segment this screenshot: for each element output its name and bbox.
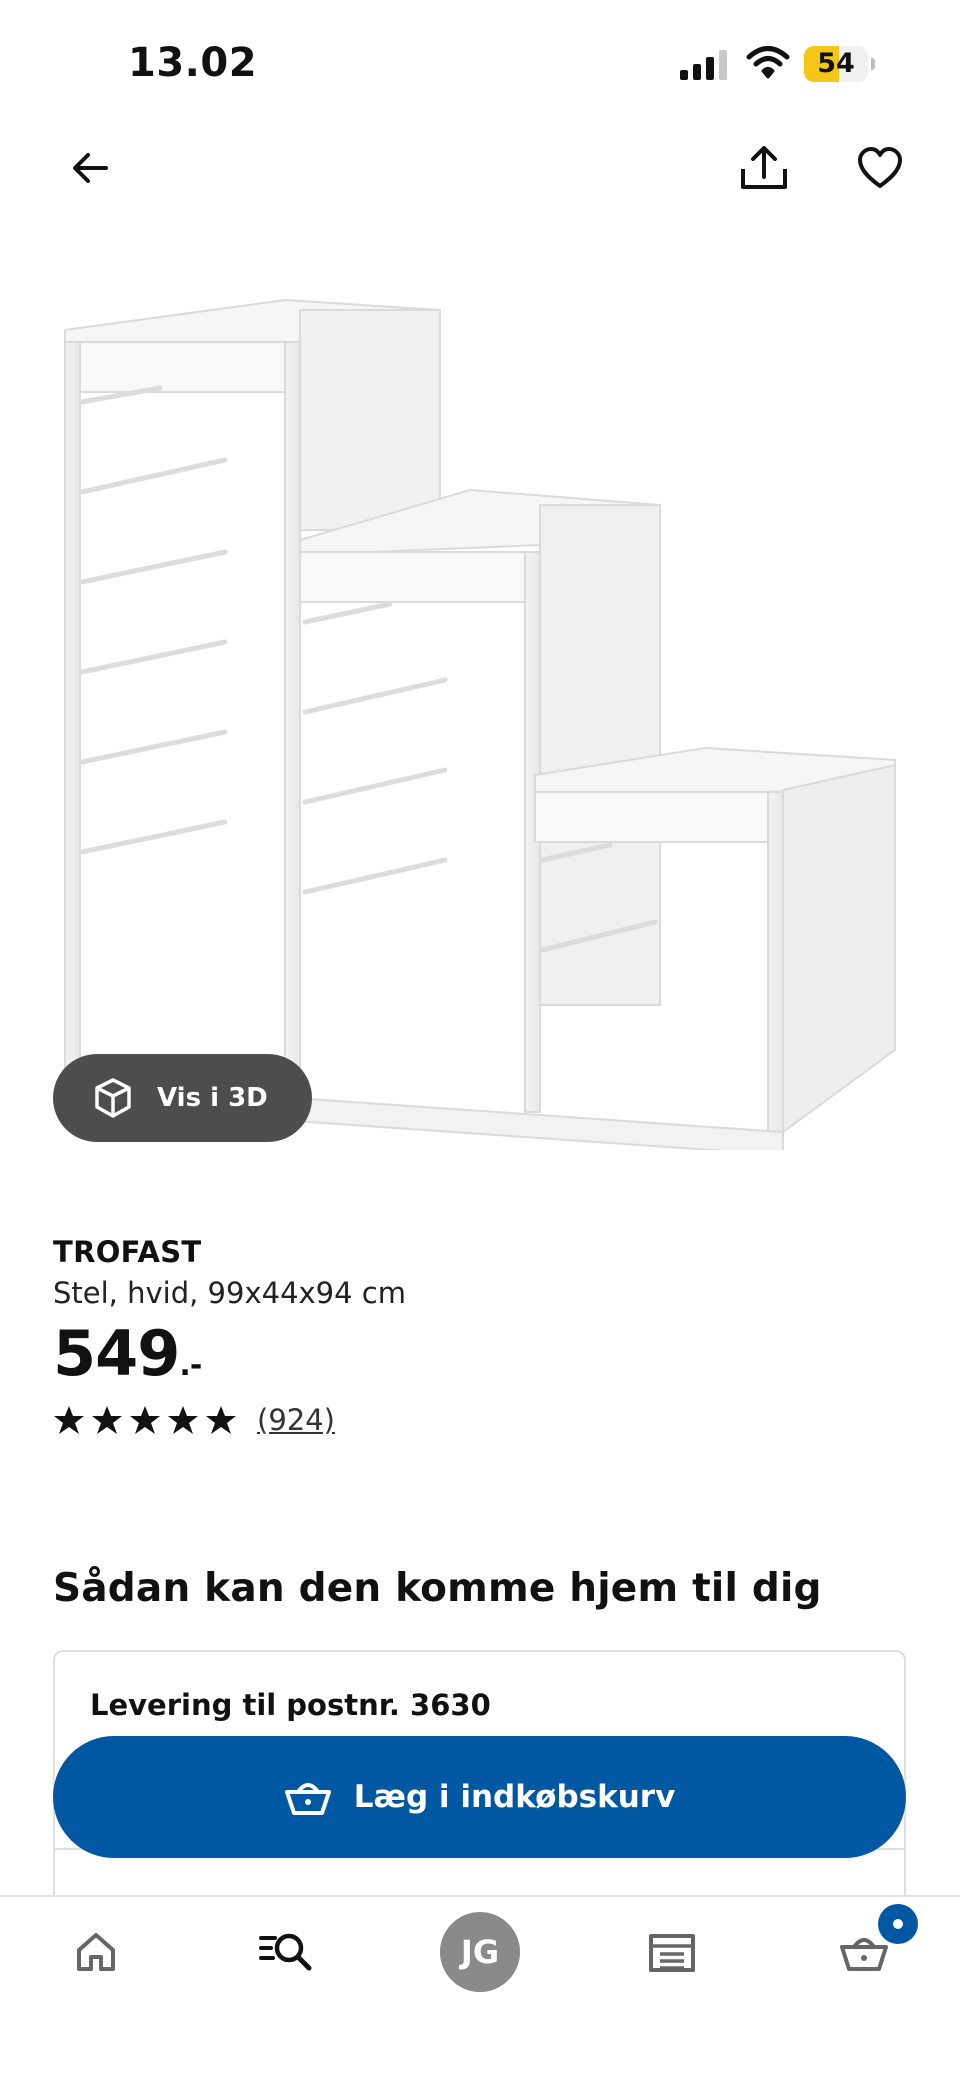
back-button[interactable] [58,136,122,200]
rating-count-link[interactable]: (924) [257,1403,335,1437]
heart-icon [858,147,902,188]
delivery-section-heading: Sådan kan den komme hjem til dig [53,1566,822,1611]
share-button[interactable] [732,136,796,200]
star-icon [130,1406,160,1434]
add-to-cart-button[interactable]: Læg i indkøbskurv [53,1736,906,1858]
arrow-left-icon [73,153,108,183]
share-icon [741,146,787,189]
product-rating[interactable]: (924) [53,1402,335,1438]
view-in-3d-label: Vis i 3D [157,1083,268,1113]
store-icon [649,1934,695,1972]
tab-profile-avatar[interactable]: JG [440,1912,520,1992]
product-price: 549.- [53,1317,202,1402]
product-image[interactable] [50,270,910,1150]
battery-level: 54 [817,48,855,79]
star-icon [168,1406,198,1434]
star-icon [92,1406,122,1434]
basket-icon [284,1783,331,1815]
star-icon [54,1406,84,1434]
search-icon [259,1933,312,1971]
cart-badge [878,1904,918,1944]
home-icon [77,1933,115,1971]
add-to-cart-label: Læg i indkøbskurv [353,1779,676,1815]
product-name: TROFAST [53,1235,202,1269]
basket-icon [840,1938,888,1971]
price-value: 549 [53,1317,180,1390]
delivery-postcode-title[interactable]: Levering til postnr. 3630 [90,1688,491,1722]
tab-search[interactable] [246,1912,326,1992]
cellular-signal-icon [680,50,727,80]
favorite-button[interactable] [848,136,912,200]
cube-icon [95,1078,131,1118]
price-suffix: .- [179,1348,202,1383]
star-icon [206,1406,236,1434]
battery-indicator: 54 [804,46,876,82]
tab-stores[interactable] [632,1912,712,1992]
tab-home[interactable] [56,1912,136,1992]
wifi-icon [746,46,790,79]
product-description: Stel, hvid, 99x44x94 cm [53,1276,406,1310]
view-in-3d-button[interactable]: Vis i 3D [53,1054,312,1142]
status-time: 13.02 [128,40,258,86]
